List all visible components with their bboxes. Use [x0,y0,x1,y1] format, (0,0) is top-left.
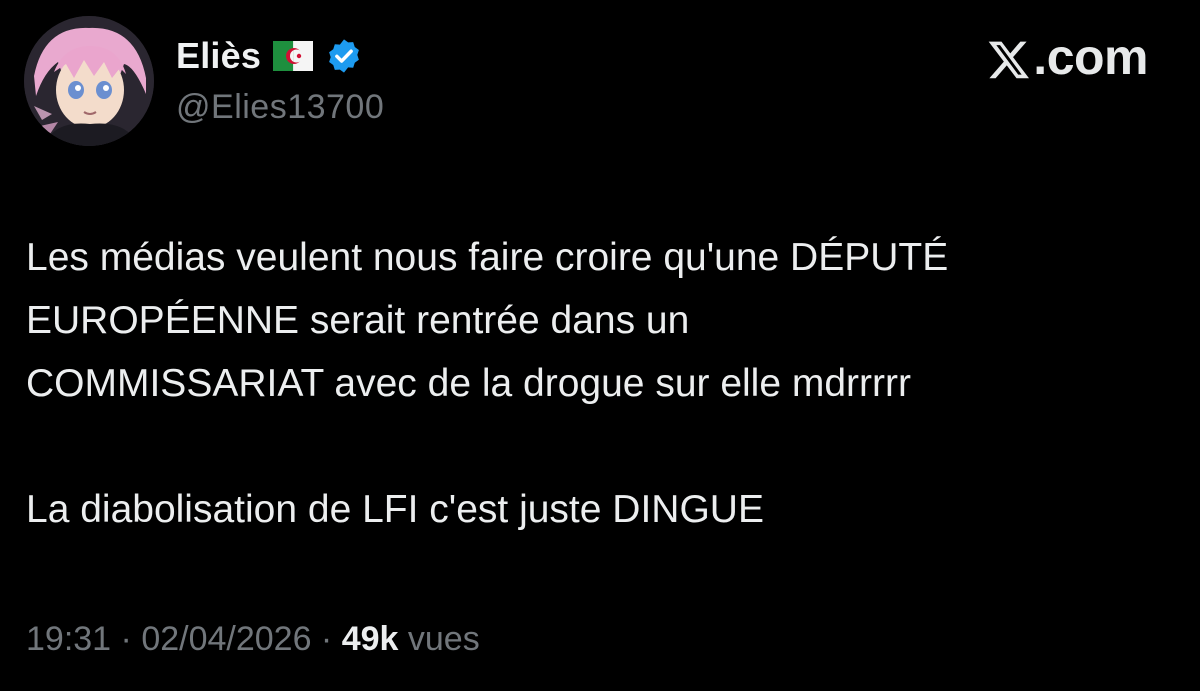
tweet-card: Eliès @Elies13700 .com Les médias veulen… [0,0,1200,691]
tweet-line: EUROPÉENNE serait rentrée dans un [26,299,690,342]
author-name-row: Eliès [176,34,363,78]
meta-separator: · [111,620,142,658]
tweet-date[interactable]: 02/04/2026 [141,620,311,659]
tweet-line: Les médias veulent nous faire croire qu'… [26,236,949,279]
verified-badge-icon[interactable] [325,37,363,75]
tweet-meta: 19:31 · 02/04/2026 · 49k vues [26,620,480,659]
author-handle[interactable]: @Elies13700 [176,88,384,127]
tweet-line: COMMISSARIAT avec de la drogue sur elle … [26,362,911,405]
tweet-paragraph-2: La diabolisation de LFI c'est juste DING… [26,488,764,531]
avatar[interactable] [24,16,154,146]
algeria-flag-icon [273,41,314,71]
meta-separator: · [311,620,342,658]
x-logo-icon [987,35,1031,79]
brand-label: .com [1033,29,1148,85]
brand-logo: .com [987,28,1148,86]
tweet-text: Les médias veulent nous faire croire qu'… [26,226,1176,541]
tweet-time[interactable]: 19:31 [26,620,111,659]
views-label: vues [398,620,480,658]
author-display-name[interactable]: Eliès [176,35,261,77]
views-count[interactable]: 49k [342,620,399,659]
